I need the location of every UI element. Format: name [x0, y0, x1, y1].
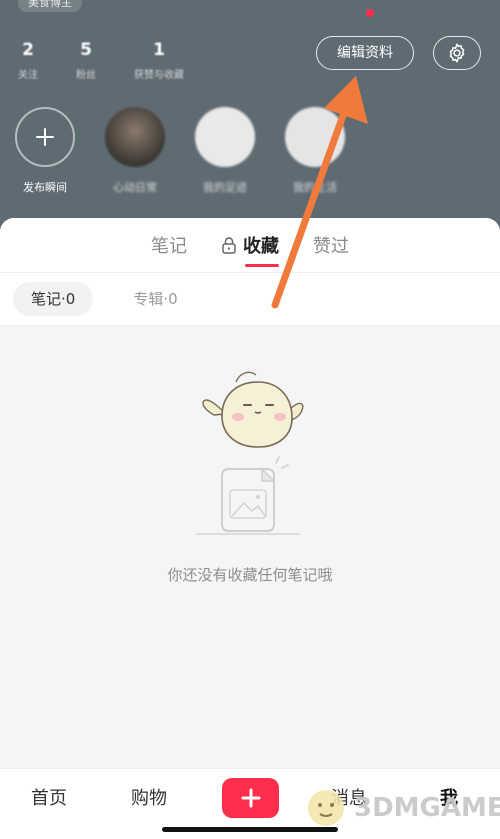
stat-likes-count: 1 [153, 40, 165, 60]
plus-icon [241, 788, 260, 808]
watermark: 3DMGAME [302, 784, 500, 832]
profile-header: 美食博主 2 关注 5 粉丝 1 获赞与收藏 编辑资料 发布瞬间 心动日常 我的… [0, 0, 500, 230]
stat-followers[interactable]: 5 粉丝 [76, 40, 96, 81]
moment-publish[interactable]: 发布瞬间 [14, 107, 76, 195]
moment-item[interactable]: 心动日常 [104, 107, 166, 195]
lock-icon [222, 237, 236, 254]
stat-likes[interactable]: 1 获赞与收藏 [134, 40, 184, 81]
tab-notes-label: 笔记 [151, 236, 187, 257]
stat-following-label: 关注 [18, 70, 38, 81]
stat-following[interactable]: 2 关注 [18, 40, 38, 81]
collection-subtabs: 笔记·0 专辑·0 [0, 273, 500, 326]
moment-publish-label: 发布瞬间 [23, 181, 67, 194]
empty-state: 你还没有收藏任何笔记哦 [0, 326, 500, 768]
tab-collections-label: 收藏 [243, 232, 279, 258]
stat-followers-label: 粉丝 [76, 70, 96, 81]
settings-button[interactable] [433, 36, 481, 70]
watermark-logo-icon [308, 790, 344, 826]
stat-following-count: 2 [22, 40, 34, 60]
moment-thumbnail [195, 107, 255, 167]
moment-add-circle[interactable] [15, 107, 75, 167]
subtab-notes[interactable]: 笔记·0 [13, 282, 94, 316]
stat-followers-count: 5 [80, 40, 92, 60]
moment-thumbnail [285, 107, 345, 167]
subtab-albums[interactable]: 专辑·0 [115, 282, 195, 316]
moments-row: 发布瞬间 心动日常 我的足迹 我的生活 [14, 107, 346, 195]
watermark-text: 3DMGAME [354, 793, 500, 823]
nav-home[interactable]: 首页 [31, 784, 67, 810]
empty-state-illustration [196, 371, 304, 535]
moment-label: 心动日常 [113, 181, 157, 194]
post-button[interactable] [222, 778, 279, 818]
tab-collections[interactable]: 收藏 [221, 232, 279, 258]
profile-tag: 美食博主 [18, 0, 82, 12]
messages-badge [366, 9, 374, 17]
moment-label: 我的生活 [293, 181, 337, 194]
tab-liked-label: 赞过 [313, 236, 349, 257]
plus-icon [36, 128, 54, 146]
moment-item[interactable]: 我的足迹 [194, 107, 256, 195]
document-icon [196, 456, 300, 535]
tab-notes[interactable]: 笔记 [151, 232, 187, 258]
moment-thumbnail [105, 107, 165, 167]
moment-label: 我的足迹 [203, 181, 247, 194]
content-sheet: 笔记 收藏 赞过 笔记·0 专辑·0 你还没有收藏任何笔记哦 [0, 218, 500, 768]
profile-tabs: 笔记 收藏 赞过 [0, 218, 500, 273]
stat-likes-label: 获赞与收藏 [134, 70, 184, 81]
moment-item[interactable]: 我的生活 [284, 107, 346, 195]
profile-stats: 2 关注 5 粉丝 1 获赞与收藏 [18, 40, 184, 81]
empty-state-text: 你还没有收藏任何笔记哦 [167, 566, 333, 584]
nav-shop[interactable]: 购物 [131, 784, 167, 810]
gear-icon [449, 43, 465, 63]
edit-profile-button[interactable]: 编辑资料 [316, 36, 414, 70]
mascot-illustration [202, 371, 304, 448]
tab-liked[interactable]: 赞过 [313, 232, 349, 258]
